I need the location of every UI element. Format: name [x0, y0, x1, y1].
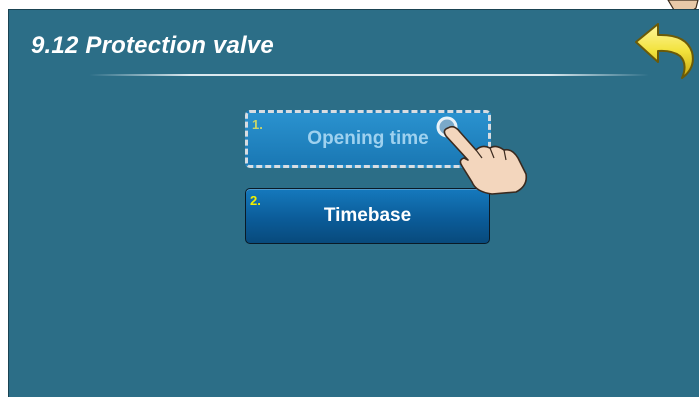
menu-item-label: Opening time: [307, 128, 429, 149]
opening-time-button[interactable]: 1. Opening time: [245, 110, 491, 168]
title-divider: [89, 74, 649, 76]
page-title: 9.12 Protection valve: [31, 32, 274, 59]
screen-panel: 9.12 Protection valve 1. Opening time 2.…: [8, 9, 699, 397]
back-button[interactable]: [630, 20, 699, 82]
menu-item-label: Timebase: [323, 205, 412, 226]
back-arrow-icon: [635, 23, 694, 79]
timebase-button[interactable]: 2. Timebase: [245, 188, 490, 244]
